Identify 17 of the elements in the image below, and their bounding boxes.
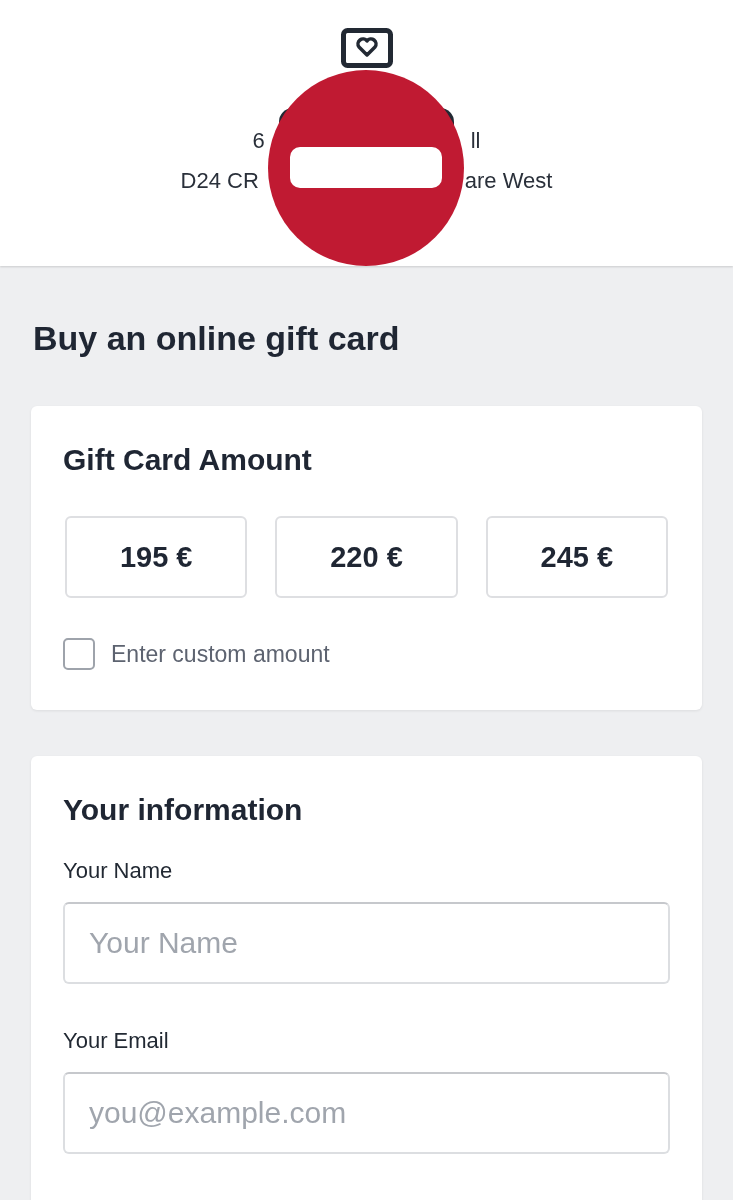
address-text: D24 CR bbox=[180, 167, 259, 195]
address-text: 6 bbox=[252, 127, 265, 155]
heart-card-icon bbox=[340, 28, 393, 68]
input-field[interactable]: Your Name bbox=[63, 902, 670, 984]
address-text: ll bbox=[470, 127, 481, 155]
field-label: Your Email bbox=[63, 1028, 170, 1054]
card-title: Gift Card Amount bbox=[63, 442, 313, 478]
amount-option[interactable]: 245 € bbox=[485, 516, 668, 598]
checkbox-label: Enter custom amount bbox=[111, 640, 330, 668]
checkbox[interactable] bbox=[63, 638, 95, 670]
card-title: Your information bbox=[63, 792, 304, 828]
field-label: Your Name bbox=[63, 858, 174, 884]
amount-option[interactable]: 195 € bbox=[65, 516, 248, 598]
amount-option[interactable]: 220 € bbox=[275, 516, 458, 598]
address-text: are West bbox=[464, 167, 553, 195]
page-title: Buy an online gift card bbox=[33, 318, 401, 358]
input-field[interactable]: you@example.com bbox=[63, 1072, 670, 1154]
